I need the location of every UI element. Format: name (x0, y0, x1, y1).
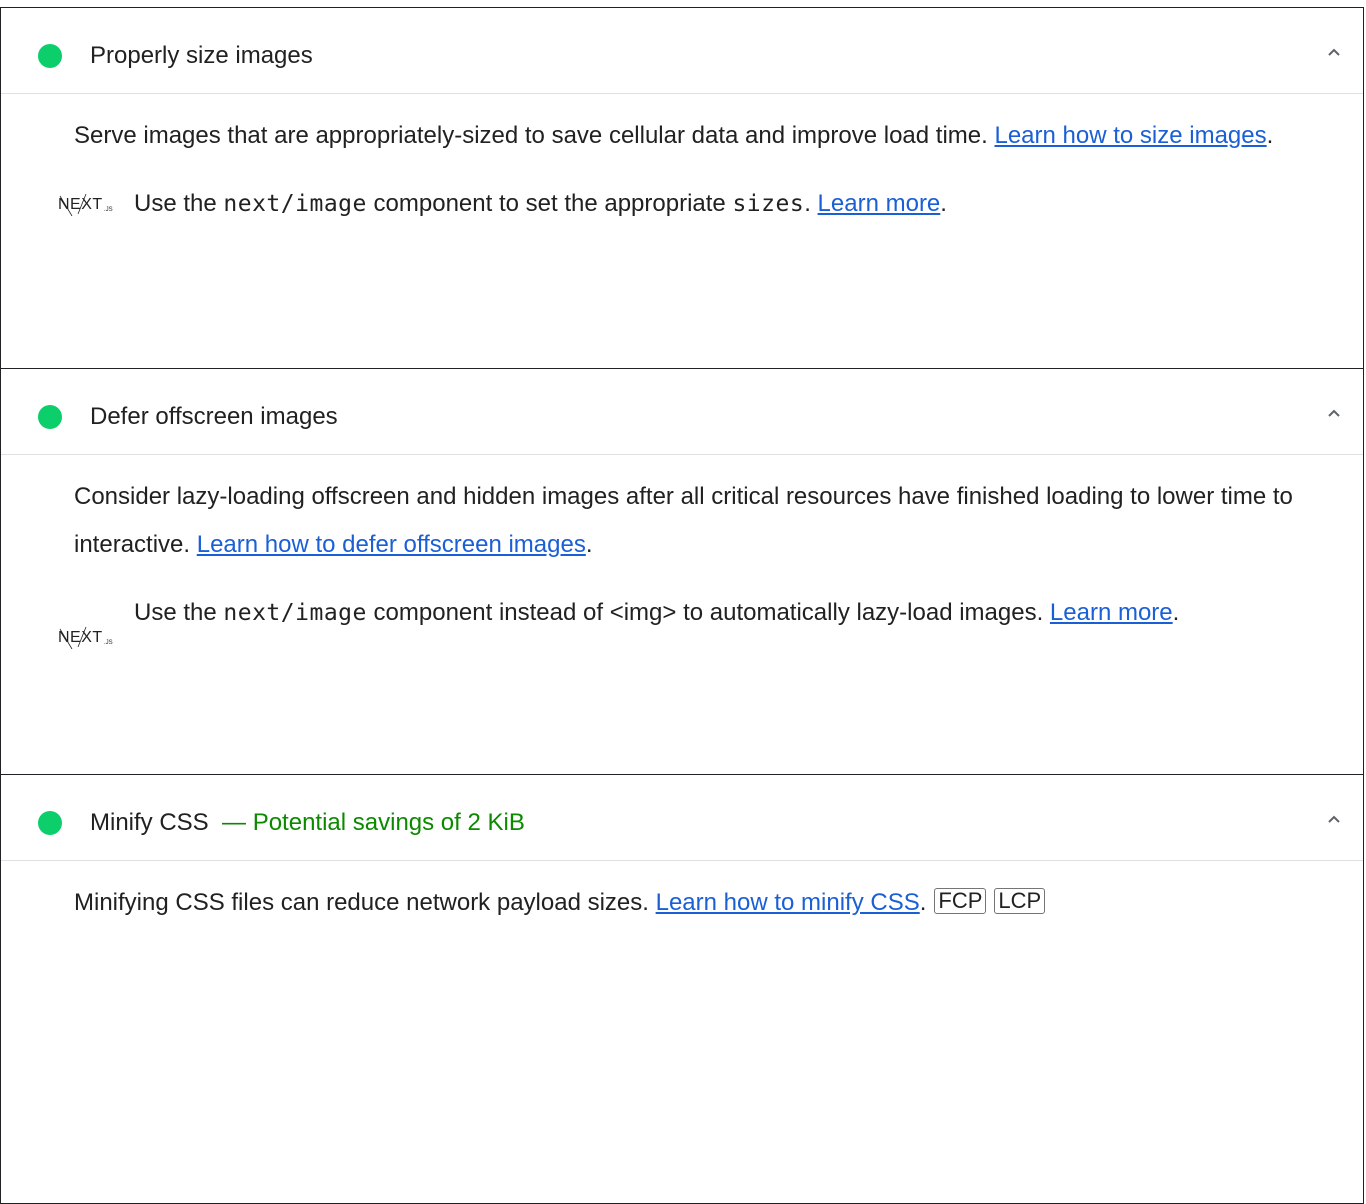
code-snippet: sizes (732, 191, 805, 217)
stack-text: component instead of (366, 599, 610, 626)
chevron-up-icon[interactable] (1323, 41, 1345, 63)
pass-status-icon (38, 44, 62, 68)
audit-body: Minifying CSS files can reduce network p… (1, 879, 1363, 927)
learn-more-link[interactable]: Learn how to defer offscreen images (197, 531, 586, 558)
audit-defer-offscreen-images: Defer offscreen images Consider lazy-loa… (0, 368, 1364, 775)
metric-tag-lcp: LCP (994, 888, 1046, 914)
nextjs-logo-icon (58, 625, 124, 649)
pass-status-icon (38, 405, 62, 429)
code-snippet: next/image (223, 191, 367, 217)
audit-title: Properly size images (90, 42, 313, 69)
potential-savings: — Potential savings of 2 KiB (222, 809, 525, 836)
stack-learn-more-link[interactable]: Learn more (1050, 599, 1173, 626)
description-text: Serve images that are appropriately-size… (74, 122, 995, 149)
audit-description: Minifying CSS files can reduce network p… (74, 879, 1333, 927)
period: . (919, 889, 927, 916)
audit-properly-size-images: Properly size images Serve images that a… (0, 7, 1364, 369)
period: . (585, 531, 593, 558)
stack-learn-more-link[interactable]: Learn more (818, 190, 941, 217)
learn-more-link[interactable]: Learn how to size images (994, 122, 1266, 149)
audit-minify-css: Minify CSS — Potential savings of 2 KiB … (0, 774, 1364, 1204)
chevron-up-icon[interactable] (1323, 402, 1345, 424)
audit-title-text: Minify CSS (90, 809, 209, 836)
audit-header[interactable]: Minify CSS — Potential savings of 2 KiB (1, 775, 1363, 861)
period: . (1266, 122, 1274, 149)
stack-pack-advice: Use the next/image component instead of … (58, 589, 1333, 637)
audit-body: Serve images that are appropriately-size… (1, 112, 1363, 228)
audit-header[interactable]: Defer offscreen images (1, 369, 1363, 455)
period: . (940, 190, 947, 217)
audit-body: Consider lazy-loading offscreen and hidd… (1, 473, 1363, 637)
audit-title: Minify CSS — Potential savings of 2 KiB (90, 808, 525, 838)
audit-header[interactable]: Properly size images (1, 8, 1363, 94)
audit-title: Defer offscreen images (90, 403, 338, 430)
period: . (1172, 599, 1180, 626)
stack-text: component to set the appropriate (366, 190, 733, 217)
learn-more-link[interactable]: Learn how to minify CSS (656, 889, 920, 916)
stack-text: . (804, 190, 818, 217)
metric-tag-fcp: FCP (934, 888, 987, 914)
audit-description: Serve images that are appropriately-size… (74, 112, 1333, 160)
stack-text: to automatically lazy-load images. (676, 599, 1050, 626)
stack-pack-advice: Use the next/image component to set the … (58, 180, 1333, 228)
code-snippet: next/image (223, 600, 367, 626)
audit-description: Consider lazy-loading offscreen and hidd… (74, 473, 1333, 569)
stack-text: Use the (134, 190, 224, 217)
code-snippet: <img> (609, 599, 677, 626)
pass-status-icon (38, 811, 62, 835)
description-text: Minifying CSS files can reduce network p… (74, 889, 656, 916)
nextjs-logo-icon (58, 192, 124, 216)
stack-text: Use the (134, 599, 224, 626)
chevron-up-icon[interactable] (1323, 808, 1345, 830)
